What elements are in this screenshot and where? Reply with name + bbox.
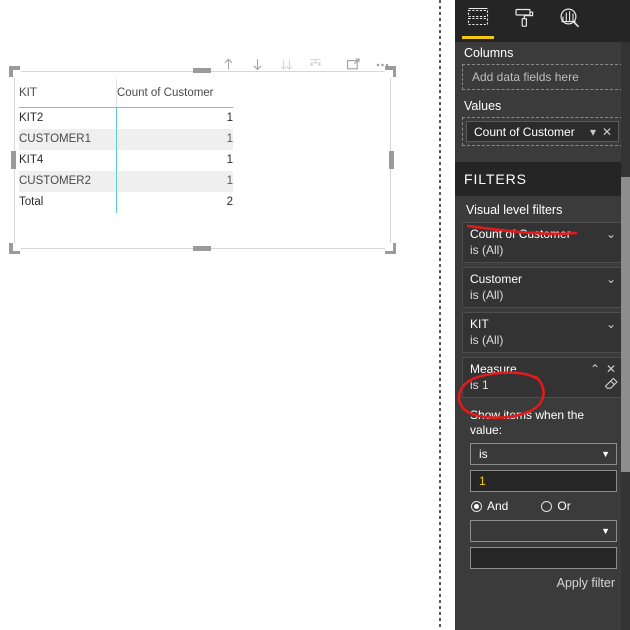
table-row-total[interactable]: Total 2 (19, 191, 233, 213)
tab-fields[interactable] (455, 0, 501, 42)
resize-handle-top-center[interactable] (193, 68, 211, 73)
operand-input-1[interactable]: 1 (470, 470, 617, 492)
operator-select-1[interactable]: is ▼ (470, 443, 617, 465)
matrix-body: KIT2 1 CUSTOMER1 1 KIT4 1 CUSTOMER2 1 To… (19, 107, 233, 213)
pane-scrollbar-track[interactable] (621, 42, 630, 630)
apply-filter-button[interactable]: Apply filter (557, 576, 615, 590)
visual-level-filters-label: Visual level filters (466, 203, 563, 217)
matrix-column-header-count-of-customer[interactable]: Count of Customer (116, 79, 233, 108)
resize-handle-bottom-center[interactable] (193, 246, 211, 251)
radio-or[interactable]: Or (541, 499, 571, 513)
table-row[interactable]: CUSTOMER2 1 (19, 170, 233, 192)
table-row[interactable]: KIT2 1 (19, 107, 233, 129)
filter-card-measure[interactable]: Measure ⌃ ✕ is 1 (462, 357, 625, 398)
matrix-row-value[interactable]: 1 (116, 107, 233, 129)
field-pill-count-of-customer[interactable]: Count of Customer ▾ ✕ (466, 121, 619, 142)
close-icon[interactable]: ✕ (600, 125, 614, 139)
matrix-row-label[interactable]: KIT4 (19, 150, 117, 171)
filter-card-title: KIT (470, 317, 489, 331)
chevron-down-icon[interactable]: ⌄ (603, 227, 619, 241)
report-canvas: KIT Count of Customer KIT2 1 CUSTOMER1 1… (0, 0, 440, 630)
screenshot-root: KIT Count of Customer KIT2 1 CUSTOMER1 1… (0, 0, 630, 630)
operand-input-2[interactable] (470, 547, 617, 569)
filter-card-state: is 1 (470, 378, 489, 392)
pane-splitter[interactable] (439, 0, 441, 630)
handle-mask (13, 70, 21, 78)
matrix-row-value[interactable]: 1 (116, 149, 233, 171)
matrix-total-value: 2 (116, 191, 233, 213)
matrix-visual-table[interactable]: KIT Count of Customer KIT2 1 CUSTOMER1 1… (19, 79, 233, 213)
matrix-row-value[interactable]: 1 (116, 128, 233, 150)
eraser-icon[interactable] (604, 376, 618, 392)
advanced-filter-prompt: Show items when the value: (470, 408, 585, 437)
table-row[interactable]: CUSTOMER1 1 (19, 128, 233, 150)
values-dropzone[interactable]: Count of Customer ▾ ✕ (462, 117, 623, 146)
matrix-column-header-kit[interactable]: KIT (19, 79, 117, 108)
conjunction-radio-group: And Or (470, 499, 617, 513)
chevron-down-icon: ▼ (601, 449, 610, 459)
handle-mask (385, 243, 393, 251)
radio-and-dot (471, 500, 482, 512)
apply-filter-row: Apply filter (470, 576, 617, 590)
filter-card-count-of-customer[interactable]: Count of Customer ⌄ is (All) (462, 222, 625, 263)
chevron-down-icon[interactable]: ▾ (586, 125, 600, 139)
visualizations-pane: Columns Add data fields here Values Coun… (455, 0, 630, 630)
resize-handle-middle-left[interactable] (11, 151, 16, 169)
handle-mask (13, 243, 21, 251)
tab-analytics[interactable] (547, 0, 593, 42)
filter-card-state: is (All) (470, 243, 504, 257)
matrix-row-label[interactable]: CUSTOMER1 (19, 128, 117, 150)
radio-and-label: And (487, 499, 509, 513)
radio-or-dot (541, 500, 553, 512)
filter-card-kit[interactable]: KIT ⌄ is (All) (462, 312, 625, 353)
matrix-header-row: KIT Count of Customer (19, 79, 233, 108)
pane-scrollbar-thumb[interactable] (621, 177, 630, 472)
columns-well-label: Columns (464, 46, 514, 60)
matrix-row-label[interactable]: KIT2 (19, 108, 117, 129)
chevron-down-icon: ▼ (601, 526, 610, 536)
chevron-down-icon[interactable]: ⌄ (603, 272, 619, 286)
table-row[interactable]: KIT4 1 (19, 149, 233, 171)
filter-card-title: Count of Customer (470, 227, 571, 241)
operator-select-1-value: is (479, 447, 488, 461)
filter-card-title: Measure (470, 362, 517, 376)
field-pill-label: Count of Customer (474, 124, 575, 139)
matrix-row-label[interactable]: CUSTOMER2 (19, 170, 117, 192)
operator-select-2[interactable]: ▼ (470, 520, 617, 542)
filter-card-state: is (All) (470, 333, 504, 347)
values-well-label: Values (464, 99, 502, 113)
filters-pane-header: FILTERS (455, 162, 630, 196)
filter-card-customer[interactable]: Customer ⌄ is (All) (462, 267, 625, 308)
tab-format[interactable] (501, 0, 547, 42)
chevron-up-icon[interactable]: ⌃ (587, 362, 603, 376)
filter-card-list: Count of Customer ⌄ is (All) Customer ⌄ … (455, 222, 630, 597)
fields-wells-section: Columns Add data fields here Values Coun… (455, 42, 630, 162)
advanced-filtering-panel: Show items when the value: is ▼ 1 And Or… (462, 402, 625, 597)
matrix-row-value[interactable]: 1 (116, 170, 233, 192)
filters-pane-body: Visual level filters Count of Customer ⌄… (455, 196, 630, 630)
pane-tab-strip (455, 0, 630, 42)
filter-card-state: is (All) (470, 288, 504, 302)
resize-handle-middle-right[interactable] (389, 151, 394, 169)
matrix-total-label: Total (19, 196, 44, 208)
columns-dropzone[interactable]: Add data fields here (462, 64, 623, 90)
radio-or-label: Or (557, 499, 571, 513)
radio-and[interactable]: And (471, 499, 508, 513)
chevron-down-icon[interactable]: ⌄ (603, 317, 619, 331)
filter-card-title: Customer (470, 272, 523, 286)
close-icon[interactable]: ✕ (603, 362, 619, 376)
handle-mask (385, 70, 393, 78)
